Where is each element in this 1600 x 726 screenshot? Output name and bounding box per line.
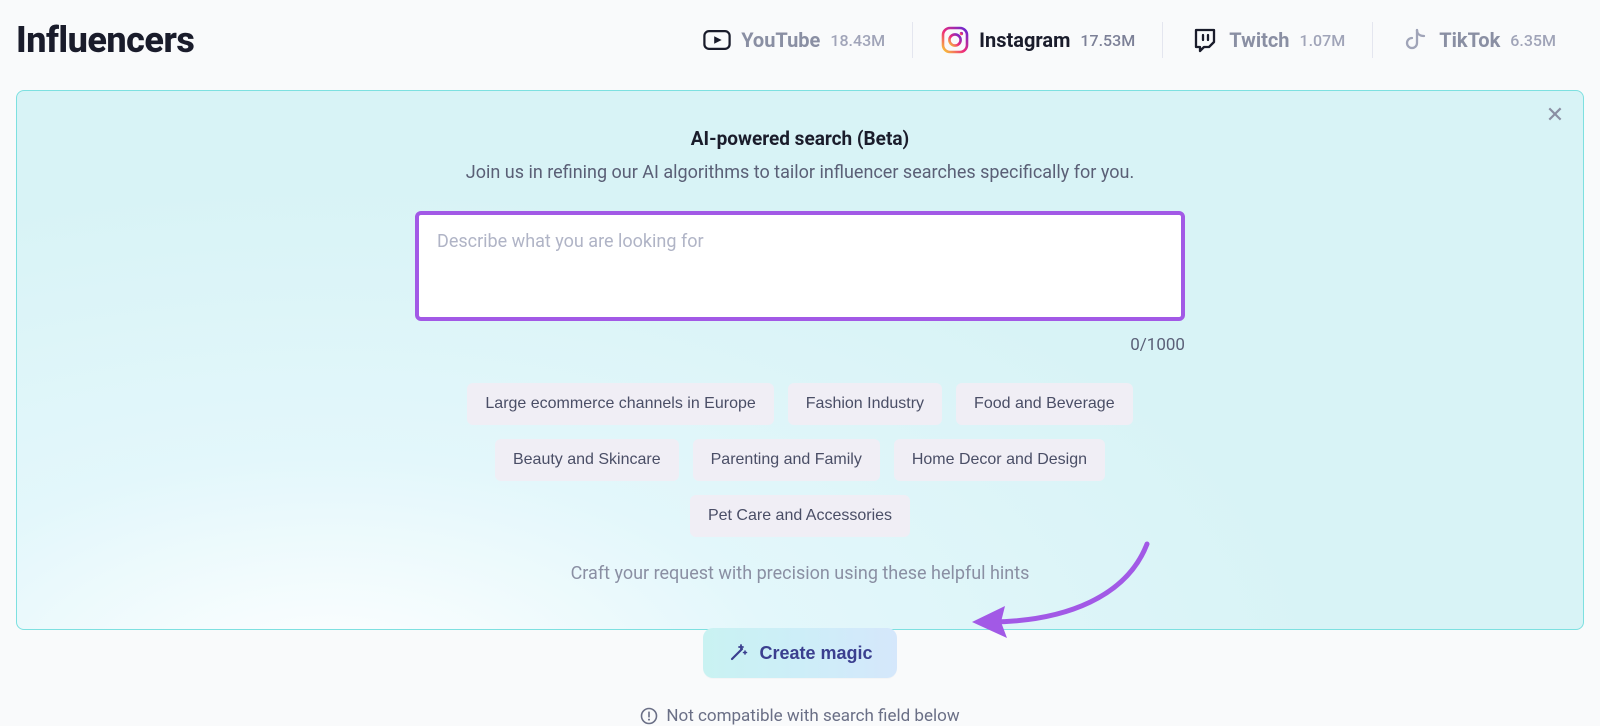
tab-instagram[interactable]: Instagram 17.53M [913,18,1163,62]
create-magic-label: Create magic [759,643,872,664]
wand-icon [727,642,749,664]
tab-tiktok[interactable]: TikTok 6.35M [1373,18,1584,62]
search-wrap: 0/1000 [415,211,1185,355]
page: Influencers YouTube 18.43M [0,0,1600,648]
chip-suggestion[interactable]: Parenting and Family [693,439,880,481]
tab-label: Instagram [979,28,1070,52]
instagram-icon [941,26,969,54]
tab-label: TikTok [1439,28,1500,52]
ai-search-inner: AI-powered search (Beta) Join us in refi… [250,127,1350,726]
chip-suggestion[interactable]: Pet Care and Accessories [690,495,910,537]
tab-count: 1.07M [1300,31,1346,50]
chips-hint: Craft your request with precision using … [250,563,1350,584]
tab-count: 6.35M [1510,31,1556,50]
tiktok-icon [1401,26,1429,54]
tab-label: Twitch [1229,28,1289,52]
ai-search-panel: ✕ AI-powered search (Beta) Join us in re… [16,90,1584,630]
chip-suggestion[interactable]: Home Decor and Design [894,439,1105,481]
tab-label: YouTube [741,28,820,52]
info-icon [640,707,658,725]
chip-suggestion[interactable]: Large ecommerce channels in Europe [467,383,773,425]
chip-suggestion[interactable]: Fashion Industry [788,383,942,425]
ai-search-title: AI-powered search (Beta) [250,127,1350,150]
platform-tabs: YouTube 18.43M [675,18,1584,62]
ai-search-input[interactable] [415,211,1185,321]
page-header: Influencers YouTube 18.43M [16,0,1584,90]
ai-search-subtitle: Join us in refining our AI algorithms to… [250,162,1350,183]
tab-count: 18.43M [830,31,885,50]
char-counter: 0/1000 [415,335,1185,355]
tab-youtube[interactable]: YouTube 18.43M [675,18,913,62]
page-title: Influencers [16,19,194,61]
youtube-icon [703,26,731,54]
tab-twitch[interactable]: Twitch 1.07M [1163,18,1373,62]
compat-note-text: Not compatible with search field below [666,706,959,726]
compat-note: Not compatible with search field below [250,706,1350,726]
twitch-icon [1191,26,1219,54]
tab-count: 17.53M [1080,31,1135,50]
create-magic-button[interactable]: Create magic [703,628,896,678]
chip-suggestion[interactable]: Beauty and Skincare [495,439,679,481]
suggestion-chips: Large ecommerce channels in Europe Fashi… [390,383,1210,537]
close-icon[interactable]: ✕ [1543,103,1567,127]
chip-suggestion[interactable]: Food and Beverage [956,383,1133,425]
